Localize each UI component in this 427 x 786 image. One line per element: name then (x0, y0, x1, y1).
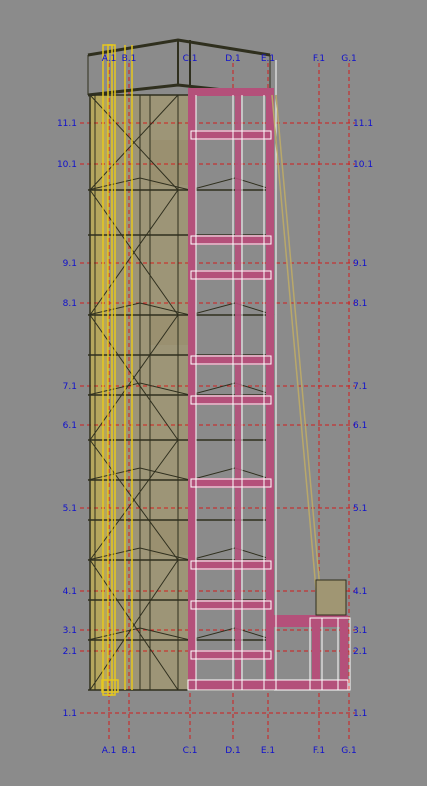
level-label-right: 11.1 (353, 119, 373, 129)
axis-label-top: G.1 (341, 54, 357, 64)
axis-label-bottom: C.1 (183, 746, 198, 756)
model-viewport[interactable]: A.1 B.1 C.1 D.1 E.1 F.1 G.1 A.1 B.1 C.1 D.1 E.1 F.1… (0, 0, 427, 782)
elevation-drawing[interactable]: A.1 B.1 C.1 D.1 E.1 F.1 G.1 A.1 B.1 C.1 D.1 E.1 F.1… (0, 0, 427, 782)
level-label-left: 10.1 (57, 160, 77, 170)
level-label-left: 1.1 (63, 709, 77, 719)
level-label-right: 6.1 (353, 421, 367, 431)
level-label-right: 3.1 (353, 626, 367, 636)
axis-label-bottom: E.1 (261, 746, 275, 756)
level-label-left: 5.1 (63, 504, 77, 514)
level-label-left: 4.1 (63, 587, 77, 597)
level-label-left: 3.1 (63, 626, 77, 636)
level-label-left: 9.1 (63, 259, 77, 269)
level-label-left: 8.1 (63, 299, 77, 309)
annex-box (315, 579, 347, 616)
axis-label-top: A.1 (102, 54, 117, 64)
level-label-right: 4.1 (353, 587, 367, 597)
axis-label-top: F.1 (313, 54, 325, 64)
level-label-right: 5.1 (353, 504, 367, 514)
level-label-left: 7.1 (63, 382, 77, 392)
level-label-right: 9.1 (353, 259, 367, 269)
axis-label-top: D.1 (225, 54, 241, 64)
level-label-left: 11.1 (57, 119, 77, 129)
level-label-right: 2.1 (353, 647, 367, 657)
axis-label-bottom: A.1 (102, 746, 117, 756)
axis-label-top: B.1 (122, 54, 137, 64)
level-label-right: 7.1 (353, 382, 367, 392)
axis-label-bottom: D.1 (225, 746, 241, 756)
axis-label-bottom: G.1 (341, 746, 357, 756)
axis-label-top: C.1 (183, 54, 198, 64)
level-label-right: 10.1 (353, 160, 373, 170)
level-label-right: 1.1 (353, 709, 367, 719)
axis-label-bottom: B.1 (122, 746, 137, 756)
axis-label-top: E.1 (261, 54, 275, 64)
level-label-left: 6.1 (63, 421, 77, 431)
level-label-right: 8.1 (353, 299, 367, 309)
level-label-left: 2.1 (63, 647, 77, 657)
axis-label-bottom: F.1 (313, 746, 325, 756)
